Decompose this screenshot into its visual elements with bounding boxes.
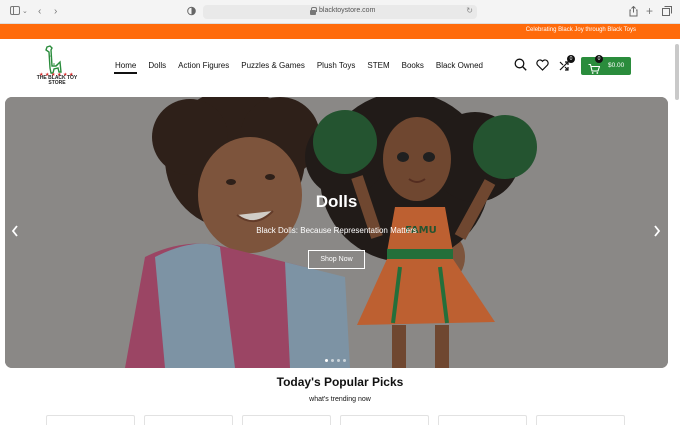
slider-dot[interactable] (337, 359, 340, 362)
product-card[interactable] (340, 415, 429, 425)
nav-item-action-figures[interactable]: Action Figures (177, 60, 230, 74)
nav-item-black-owned[interactable]: Black Owned (435, 60, 484, 74)
product-card[interactable] (438, 415, 527, 425)
url-text: blacktoystore.com (319, 7, 376, 14)
product-card[interactable] (46, 415, 135, 425)
cart-icon (588, 61, 601, 79)
compare-count-badge: 0 (567, 55, 575, 63)
slider-dot[interactable] (343, 359, 346, 362)
forward-icon[interactable]: › (54, 6, 57, 18)
tabs-icon[interactable] (662, 6, 672, 20)
promo-bar: Celebrating Black Joy through Black Toys (0, 24, 680, 39)
chevron-left-icon[interactable] (11, 225, 19, 239)
cart-button[interactable]: 0 $0.00 (581, 55, 631, 75)
promo-text: Celebrating Black Joy through Black Toys (525, 27, 636, 33)
chevron-down-icon[interactable]: ⌄ (22, 6, 28, 18)
slider-dot[interactable] (325, 359, 328, 362)
store-logo[interactable]: ★ ★ ★ ★ ★ ★ THE BLACK TOY STORE (34, 44, 80, 90)
main-nav: Home Dolls Action Figures Puzzles & Game… (114, 60, 494, 74)
product-card[interactable] (144, 415, 233, 425)
cart-total: $0.00 (608, 62, 625, 69)
logo-text: THE BLACK TOY STORE (34, 76, 80, 86)
nav-item-puzzles-games[interactable]: Puzzles & Games (240, 60, 306, 74)
hero-subtitle: Black Dolls: Because Representation Matt… (256, 226, 417, 235)
product-cards (46, 415, 625, 425)
back-icon[interactable]: ‹ (38, 6, 41, 18)
heart-icon[interactable] (536, 58, 549, 76)
product-card[interactable] (242, 415, 331, 425)
shield-icon[interactable] (187, 6, 196, 20)
address-bar[interactable]: blacktoystore.com ↻ (203, 5, 477, 19)
sidebar-icon[interactable] (10, 6, 20, 19)
nav-item-home[interactable]: Home (114, 60, 138, 74)
product-card[interactable] (536, 415, 625, 425)
hero-slider: FAMU Dolls Black Dolls: Because Represen… (5, 97, 668, 368)
slider-dot[interactable] (331, 359, 334, 362)
browser-toolbar: ⌄ ‹ › blacktoystore.com ↻ + (0, 0, 680, 24)
search-icon[interactable] (514, 58, 527, 76)
hero-title: Dolls (315, 192, 358, 211)
slider-dots (325, 359, 346, 362)
nav-item-dolls[interactable]: Dolls (147, 60, 167, 74)
page-scrollbar[interactable] (675, 44, 679, 100)
shop-now-button[interactable]: Shop Now (308, 250, 365, 269)
chevron-right-icon[interactable] (653, 225, 661, 239)
section-subtitle: what's trending now (309, 396, 371, 403)
cart-count-badge: 0 (595, 55, 603, 63)
nav-item-plush-toys[interactable]: Plush Toys (316, 60, 357, 74)
share-icon[interactable] (629, 5, 638, 21)
new-tab-icon[interactable]: + (646, 5, 653, 17)
reload-icon[interactable]: ↻ (466, 6, 473, 15)
nav-item-stem[interactable]: STEM (366, 60, 390, 74)
lock-icon (310, 7, 317, 15)
logo-line-2: STORE (48, 80, 66, 86)
nav-item-books[interactable]: Books (401, 60, 425, 74)
giraffe-logo-icon: ★ ★ ★ ★ ★ ★ (39, 45, 74, 78)
section-title: Today's Popular Picks (276, 375, 404, 389)
